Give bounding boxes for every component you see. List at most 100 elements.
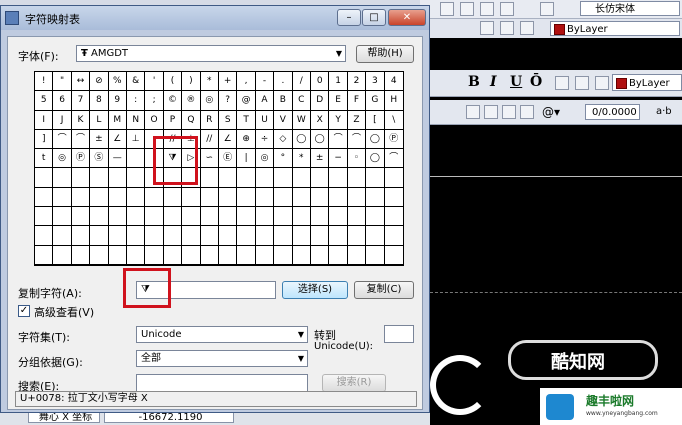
character-cell[interactable]	[53, 168, 72, 188]
character-cell[interactable]: L	[90, 110, 109, 130]
character-cell[interactable]: &	[126, 72, 146, 92]
character-cell[interactable]: ◯	[310, 129, 330, 150]
character-cell[interactable]	[347, 187, 367, 208]
character-cell[interactable]	[35, 187, 54, 208]
character-cell[interactable]	[310, 226, 330, 246]
character-cell[interactable]	[384, 246, 403, 265]
search-input[interactable]	[136, 374, 308, 392]
character-cell[interactable]	[145, 207, 164, 227]
character-cell[interactable]: ∠	[108, 129, 127, 150]
character-cell[interactable]: U	[255, 110, 275, 130]
character-cell[interactable]: |	[237, 149, 256, 169]
undo-icon[interactable]	[555, 76, 569, 90]
character-cell[interactable]	[310, 207, 330, 227]
text-color-dropdown[interactable]: ByLayer	[612, 74, 682, 91]
character-cell[interactable]	[90, 226, 109, 246]
character-cell[interactable]: ⌒	[347, 129, 367, 150]
character-cell[interactable]	[145, 187, 164, 208]
character-cell[interactable]: !	[35, 72, 54, 92]
symbol-button[interactable]: @▾	[542, 105, 560, 119]
character-cell[interactable]: V	[274, 110, 293, 130]
toolbar-icon[interactable]	[460, 2, 474, 16]
character-cell[interactable]	[71, 207, 91, 227]
character-cell[interactable]: ÷	[255, 129, 275, 150]
character-cell[interactable]	[347, 168, 367, 188]
character-cell[interactable]	[145, 245, 164, 265]
character-cell[interactable]	[384, 207, 403, 227]
character-cell[interactable]	[126, 187, 146, 208]
character-cell[interactable]: t	[35, 149, 54, 169]
character-cell[interactable]: ◦	[347, 149, 367, 169]
character-cell[interactable]: S	[218, 110, 238, 130]
character-cell[interactable]: ⌒	[53, 129, 72, 150]
character-cell[interactable]	[218, 187, 238, 208]
character-cell[interactable]: +	[218, 72, 238, 92]
character-cell[interactable]: ⊘	[90, 72, 109, 92]
character-cell[interactable]	[292, 207, 311, 227]
character-cell[interactable]	[384, 226, 403, 246]
character-cell[interactable]	[182, 245, 201, 265]
character-cell[interactable]: ,	[237, 72, 256, 92]
character-cell[interactable]: ◎	[255, 149, 275, 169]
close-button[interactable]: ✕	[388, 9, 426, 26]
character-cell[interactable]	[218, 226, 238, 246]
oblique-angle-input[interactable]: 0/0.0000	[585, 104, 640, 120]
character-cell[interactable]	[200, 245, 219, 265]
character-grid[interactable]: ! " ↔ ⊘% & '() * +, -./0 1 2 3 4 5 6 7 8 9:; © ® ◎? @ A B C D E F G H…	[34, 71, 404, 266]
character-cell[interactable]: 7	[71, 91, 91, 111]
goto-unicode-input[interactable]	[384, 325, 414, 343]
character-cell[interactable]	[366, 187, 385, 208]
character-cell[interactable]	[126, 207, 146, 227]
character-cell[interactable]	[218, 207, 238, 227]
character-cell[interactable]: O	[145, 110, 164, 130]
character-cell[interactable]: Ⓢ	[90, 149, 109, 169]
character-cell[interactable]	[35, 207, 54, 227]
character-cell[interactable]	[329, 207, 348, 227]
character-cell[interactable]	[200, 207, 219, 227]
character-cell[interactable]: ⌒	[384, 149, 403, 169]
character-cell[interactable]	[163, 226, 183, 246]
character-cell[interactable]: ∠	[218, 129, 238, 150]
character-cell[interactable]: P	[163, 110, 183, 130]
character-cell[interactable]: ↔	[71, 72, 91, 92]
character-cell[interactable]	[292, 226, 311, 246]
character-cell[interactable]	[310, 245, 330, 265]
character-cell[interactable]	[108, 168, 127, 188]
character-cell[interactable]: ®	[182, 91, 201, 111]
align-icon[interactable]	[484, 105, 498, 119]
character-cell[interactable]	[126, 149, 146, 169]
character-cell[interactable]: *	[200, 72, 219, 92]
character-cell[interactable]: :	[126, 91, 146, 111]
character-cell[interactable]: J	[53, 110, 72, 130]
character-cell[interactable]: ⊕	[237, 129, 256, 150]
character-cell[interactable]: −	[329, 149, 348, 169]
character-cell[interactable]	[255, 226, 275, 246]
character-cell[interactable]: R	[200, 110, 219, 130]
character-cell[interactable]: 0	[310, 72, 330, 92]
character-cell[interactable]	[329, 168, 348, 188]
character-cell[interactable]: ◎	[200, 91, 219, 111]
character-cell[interactable]	[90, 187, 109, 208]
align-icon[interactable]	[502, 105, 516, 119]
character-cell[interactable]	[35, 168, 54, 188]
advanced-view-checkbox[interactable]: ✓	[18, 305, 30, 317]
character-cell[interactable]	[108, 226, 127, 246]
character-cell[interactable]	[182, 226, 201, 246]
overline-button[interactable]: Ō	[530, 74, 542, 90]
character-cell[interactable]: M	[108, 110, 127, 130]
character-cell[interactable]: -	[255, 72, 275, 92]
dialog-titlebar[interactable]: 字符映射表 – □ ✕	[1, 6, 429, 30]
character-cell[interactable]	[200, 187, 219, 208]
toolbar-icon[interactable]	[520, 21, 534, 35]
align-icon[interactable]	[466, 105, 480, 119]
character-cell[interactable]: ◇	[274, 129, 293, 150]
character-cell[interactable]	[255, 245, 275, 265]
character-cell[interactable]	[71, 245, 91, 265]
character-cell[interactable]	[126, 245, 146, 265]
character-cell[interactable]: H	[384, 91, 403, 111]
character-cell[interactable]: @	[237, 91, 256, 111]
character-cell[interactable]	[310, 168, 330, 188]
character-cell[interactable]	[255, 168, 275, 188]
character-cell[interactable]	[347, 245, 367, 265]
character-cell[interactable]: —	[108, 149, 127, 169]
